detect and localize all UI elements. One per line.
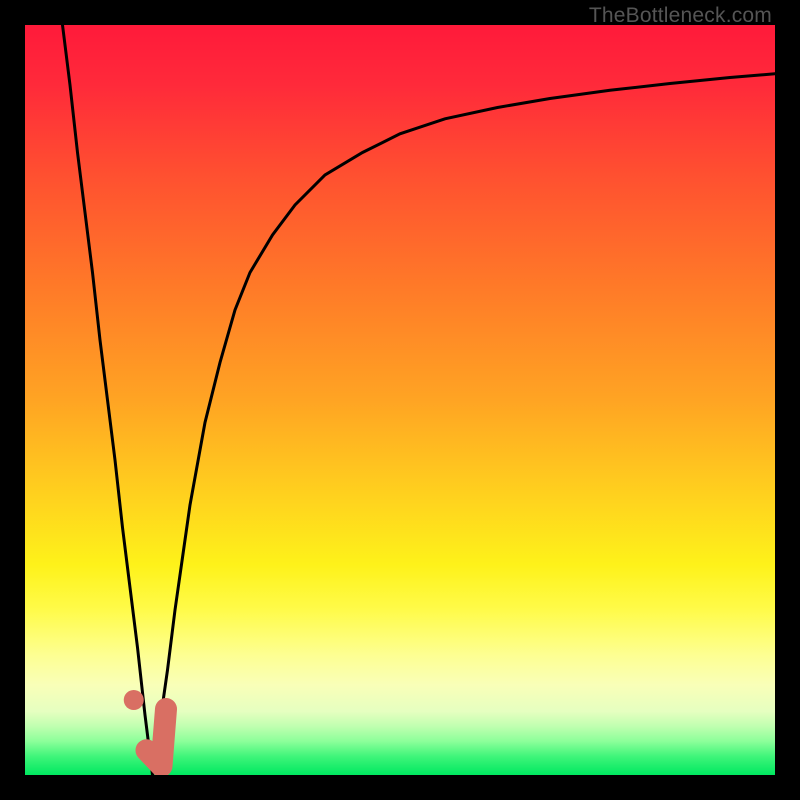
outer-frame: TheBottleneck.com xyxy=(0,0,800,800)
marker-hook xyxy=(147,709,167,766)
right-branch-curve xyxy=(153,74,776,775)
plot-area xyxy=(25,25,775,775)
marker-dot xyxy=(124,690,144,710)
curve-layer xyxy=(25,25,775,775)
watermark-text: TheBottleneck.com xyxy=(589,4,772,28)
left-branch-curve xyxy=(63,25,153,775)
